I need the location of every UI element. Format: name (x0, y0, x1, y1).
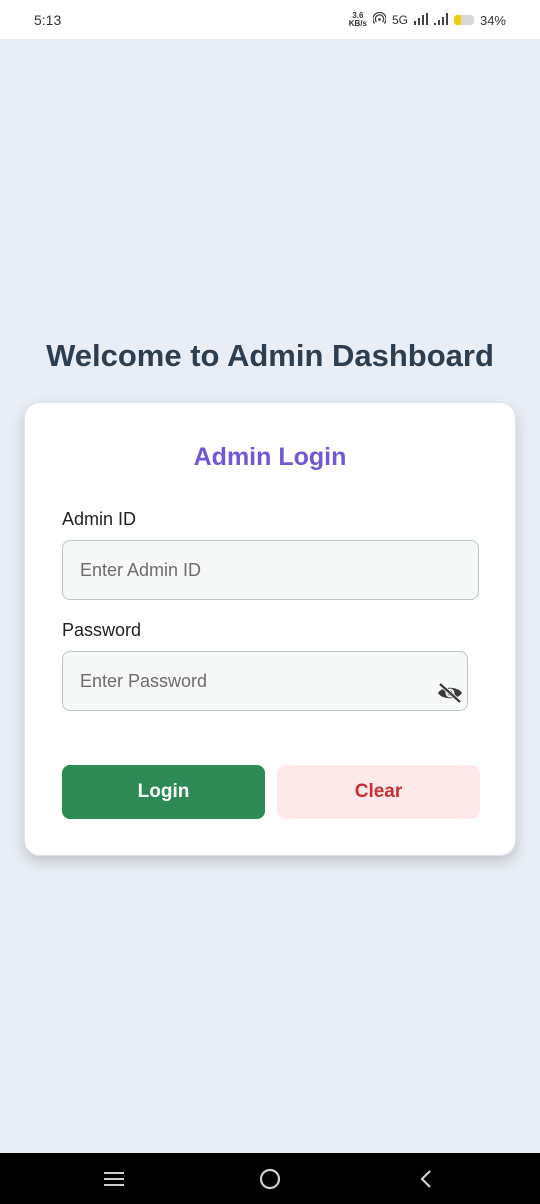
network-type: 5G (391, 13, 408, 27)
menu-icon[interactable] (100, 1166, 128, 1192)
battery-icon (453, 15, 474, 25)
home-icon[interactable] (256, 1166, 284, 1192)
battery-indicator: 34% (453, 12, 506, 28)
signal-icon (413, 12, 428, 28)
status-indicators: 3.6 KB/s 5G 34% (349, 10, 506, 30)
network-speed: 3.6 KB/s (349, 12, 367, 28)
clear-button[interactable]: Clear (277, 765, 480, 819)
battery-level-fill (453, 15, 461, 25)
login-card-title: Admin Login (193, 443, 347, 471)
eye-off-icon[interactable] (435, 680, 465, 706)
status-time: 5:13 (34, 12, 62, 28)
admin-id-label: Admin ID (62, 509, 137, 529)
admin-id-field[interactable] (62, 540, 479, 600)
hotspot-icon (372, 11, 387, 28)
password-input[interactable] (80, 670, 467, 692)
system-navigation-bar (0, 1153, 540, 1204)
battery-percent: 34% (479, 12, 506, 28)
password-field[interactable] (62, 651, 468, 711)
login-button[interactable]: Login (62, 765, 265, 819)
page-title: Welcome to Admin Dashboard (46, 338, 494, 373)
network-speed-unit: KB/s (348, 19, 367, 28)
status-bar: 5:13 3.6 KB/s 5G 34% (0, 0, 540, 39)
signal-icon (433, 12, 448, 28)
login-card: Admin Login Admin ID Password Login Clea… (24, 402, 516, 856)
app-screen: 5:13 3.6 KB/s 5G 34% Welcome to Admin Da… (0, 0, 540, 1204)
back-icon[interactable] (412, 1166, 440, 1192)
password-label: Password (62, 620, 142, 640)
admin-id-input[interactable] (80, 559, 478, 581)
